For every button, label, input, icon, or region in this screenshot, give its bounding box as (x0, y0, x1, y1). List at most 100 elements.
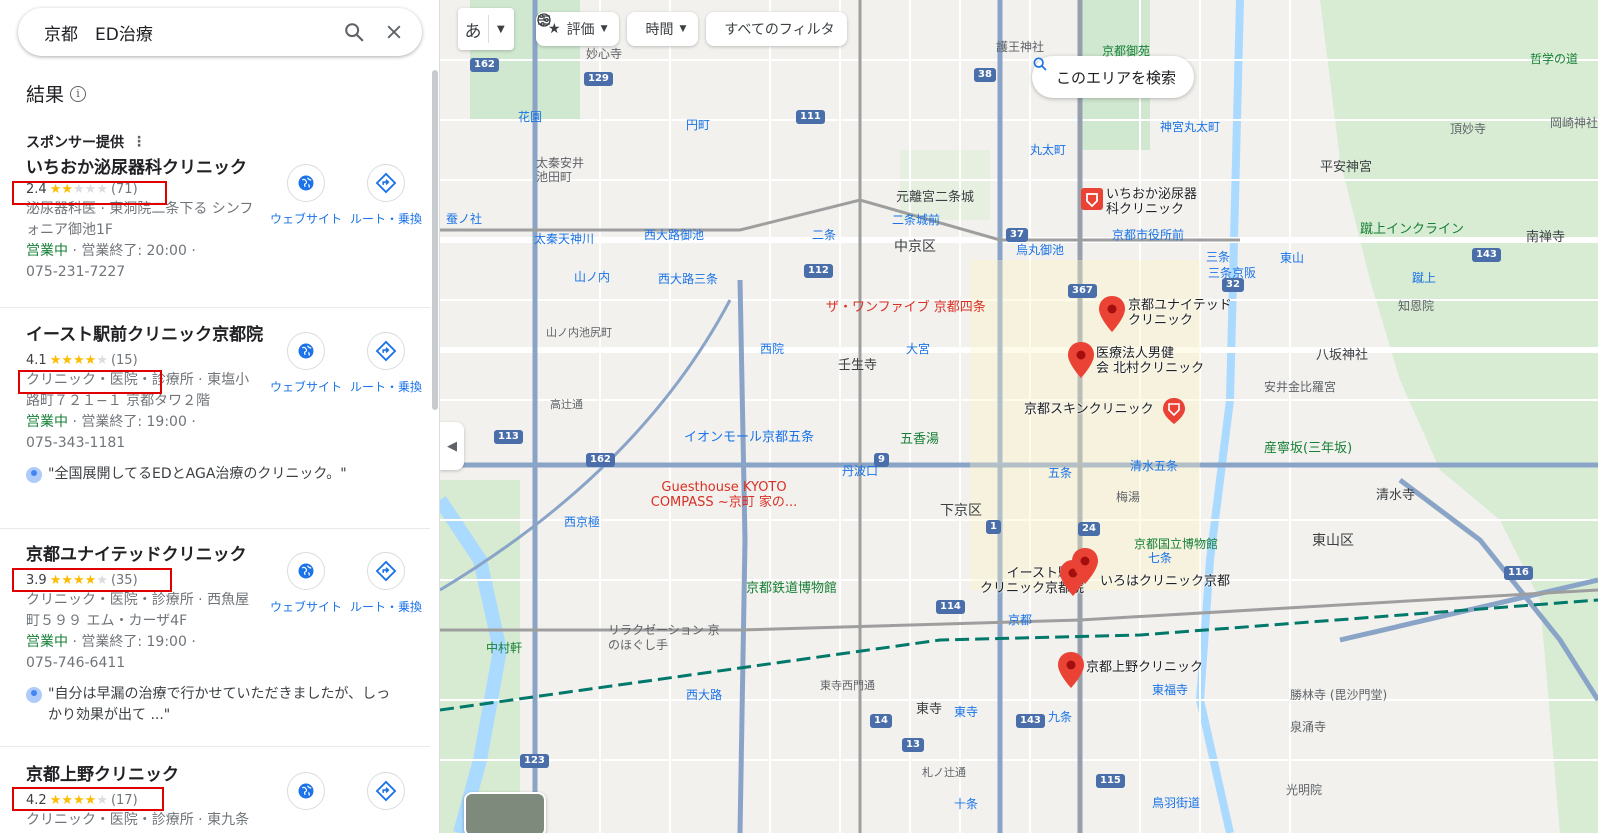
place-label[interactable]: イオンモール京都五条 (684, 426, 814, 445)
result-item[interactable]: イースト駅前クリニック京都院 4.1 ★ ★ ★ ★ ★ (15) クリニック・医院・診… (0, 325, 430, 485)
place-label[interactable]: Guesthouse KYOTO COMPASS ~京町 家の... (644, 480, 804, 510)
place-label[interactable]: 中村軒 (486, 639, 522, 656)
place-label[interactable]: 知恩院 (1398, 297, 1434, 314)
place-label[interactable]: 妙心寺 (586, 45, 622, 62)
station-label[interactable]: 清水五条 (1130, 457, 1178, 474)
search-icon[interactable] (334, 12, 374, 52)
station-label[interactable]: 西大路 (686, 686, 722, 703)
sponsored-pin[interactable] (1163, 398, 1185, 424)
place-label[interactable]: 護王神社 (996, 38, 1044, 55)
scrollbar[interactable] (432, 70, 438, 410)
pin-label[interactable]: 医療法人男健 会 北村クリニック (1096, 346, 1204, 376)
station-label[interactable]: 東寺 (954, 703, 978, 720)
pin-label[interactable]: いろはクリニック京都 (1100, 574, 1230, 589)
website-button[interactable]: ウェブサイト (266, 164, 346, 227)
station-label[interactable]: 西大路三条 (658, 270, 718, 287)
map-pin[interactable] (1058, 652, 1084, 688)
info-icon[interactable]: i (70, 85, 87, 102)
route-button[interactable]: ルート・乗換 (346, 552, 426, 615)
station-label[interactable]: 丹波口 (842, 462, 878, 479)
station-label[interactable]: 西京極 (564, 513, 600, 530)
station-label[interactable]: 西大路御池 (644, 226, 704, 243)
close-icon[interactable] (374, 12, 414, 52)
station-label[interactable]: 円町 (686, 116, 710, 133)
station-label[interactable]: 丸太町 (1030, 141, 1066, 158)
website-button[interactable] (266, 772, 346, 810)
station-label[interactable]: 大宮 (906, 340, 930, 357)
place-label[interactable]: 岡崎神社 (1550, 114, 1598, 131)
station-label[interactable]: 西院 (760, 340, 784, 357)
ward-label: 下京区 (940, 503, 982, 519)
place-label[interactable]: 東寺 (916, 698, 942, 717)
station-label[interactable]: 太秦安井 池田町 (536, 156, 586, 184)
website-button[interactable]: ウェブサイト (266, 332, 346, 395)
collapse-panel-button[interactable]: ◀ (440, 422, 464, 470)
station-label[interactable]: 七条 (1148, 549, 1172, 566)
place-label[interactable]: 平安神宮 (1320, 156, 1372, 175)
pin-label[interactable]: いちおか泌尿器 科クリニック (1106, 187, 1197, 217)
place-label[interactable]: 梅湯 (1116, 488, 1140, 505)
place-label[interactable]: 蹴上インクライン (1360, 218, 1464, 237)
station-label[interactable]: 鳥羽街道 (1152, 794, 1200, 811)
search-this-area-button[interactable]: このエリアを検索 (1032, 56, 1195, 98)
station-label[interactable]: 三条 (1206, 248, 1230, 265)
station-label[interactable]: 二条 (812, 226, 836, 243)
search-input[interactable]: 京都 ED治療 (44, 20, 334, 45)
place-label[interactable]: 八坂神社 (1316, 344, 1368, 363)
place-label[interactable]: 清水寺 (1376, 484, 1415, 503)
station-label[interactable]: 京都市役所前 (1112, 226, 1184, 243)
station-label[interactable]: 烏丸御池 (1016, 241, 1064, 258)
filter-chip-all[interactable]: すべてのフィルタ (538, 12, 847, 46)
result-name[interactable]: 京都上野クリニック (26, 765, 266, 786)
station-label[interactable]: 京都 (1008, 611, 1032, 628)
place-label[interactable]: 光明院 (1286, 781, 1322, 798)
station-label[interactable]: 蹴上 (1412, 269, 1436, 286)
station-label[interactable]: 東福寺 (1152, 681, 1188, 698)
result-item[interactable]: スポンサー提供 ⋮ いちおか泌尿器科クリニック 2.4 ★ ★ ★ ★ ★ (71) 泌… (0, 132, 430, 283)
map-pin[interactable] (1072, 548, 1098, 584)
pin-label[interactable]: 京都上野クリニック (1086, 660, 1203, 675)
station-label[interactable]: 太秦天神川 (534, 230, 594, 247)
website-button[interactable]: ウェブサイト (266, 552, 346, 615)
station-label[interactable]: 九条 (1048, 708, 1072, 725)
filter-chip-hours[interactable]: 時間 ▼ (537, 12, 699, 46)
place-label[interactable]: 京都国立博物館 (1134, 535, 1218, 552)
place-label[interactable]: 五香湯 (900, 428, 939, 447)
place-label[interactable]: 京都鉄道博物館 (746, 577, 837, 596)
station-label[interactable]: 蚕ノ社 (446, 210, 482, 227)
place-label[interactable]: リラクゼーション 京のほぐし手 (608, 623, 728, 653)
route-button[interactable] (346, 772, 426, 810)
station-label[interactable]: 東山 (1280, 249, 1304, 266)
pin-label[interactable]: 京都スキンクリニック (1024, 402, 1154, 417)
result-name[interactable]: イースト駅前クリニック京都院 (26, 325, 266, 346)
pin-label[interactable]: 京都ユナイテッド クリニック (1128, 298, 1232, 328)
route-button[interactable]: ルート・乗換 (346, 332, 426, 395)
place-label[interactable]: ザ・ワンファイブ 京都四条 (826, 296, 986, 315)
sponsored-pin[interactable] (1080, 187, 1106, 223)
station-label[interactable]: 二条城前 (892, 211, 940, 228)
route-button[interactable]: ルート・乗換 (346, 164, 426, 227)
map-canvas[interactable]: あ ▼ ★ 評価 ▼ 時間 ▼ すべてのフィルタ このエリアを検索 ◀ いちおか泌尿器 … (440, 0, 1598, 833)
map-pin[interactable] (1068, 342, 1094, 378)
result-name[interactable]: いちおか泌尿器科クリニック (26, 158, 266, 179)
station-label[interactable]: 山ノ内 (574, 268, 610, 285)
station-label[interactable]: 十条 (954, 795, 978, 812)
station-label[interactable]: 五条 (1048, 464, 1072, 481)
place-label[interactable]: 勝林寺 (毘沙門堂) (1290, 686, 1387, 703)
place-label[interactable]: 南禅寺 (1526, 226, 1565, 245)
place-label[interactable]: 泉涌寺 (1290, 718, 1326, 735)
search-box[interactable]: 京都 ED治療 (18, 8, 422, 56)
place-label[interactable]: 産寧坂(三年坂) (1264, 437, 1352, 456)
map-pin[interactable] (1099, 296, 1125, 332)
place-label[interactable]: 安井金比羅宮 (1264, 378, 1336, 395)
place-label[interactable]: 元離宮二条城 (896, 186, 974, 205)
place-label[interactable]: 哲学の道 (1530, 50, 1578, 67)
station-label[interactable]: 神宮丸太町 (1160, 118, 1220, 135)
ime-toggle[interactable]: あ ▼ (458, 8, 514, 50)
more-vert-icon[interactable]: ⋮ (132, 134, 146, 150)
result-name[interactable]: 京都ユナイテッドクリニック (26, 545, 266, 566)
place-label[interactable]: 京都御苑 (1102, 42, 1150, 59)
station-label[interactable]: 花園 (518, 108, 542, 125)
place-label[interactable]: 壬生寺 (838, 354, 877, 373)
layers-button[interactable] (464, 792, 546, 833)
